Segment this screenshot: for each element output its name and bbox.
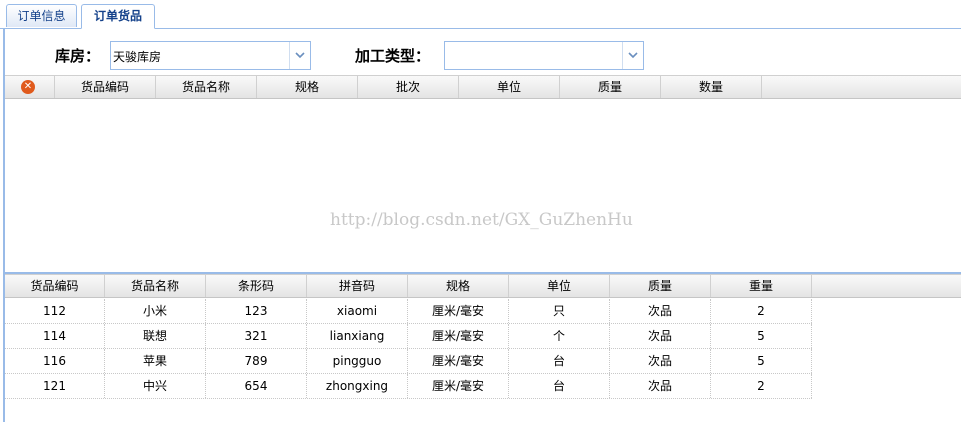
table-cell: 中兴 [105,374,206,398]
table-cell: 苹果 [105,349,206,373]
column-header[interactable]: 规格 [257,76,358,98]
table-cell: zhongxing [307,374,408,398]
column-header[interactable]: 拼音码 [307,275,408,297]
table-cell: 789 [206,349,307,373]
column-header[interactable]: 货品名称 [156,76,257,98]
table-cell: 联想 [105,324,206,348]
table-cell: 小米 [105,299,206,323]
column-header[interactable]: 重量 [711,275,812,297]
column-header[interactable]: 货品名称 [105,275,206,297]
table-row[interactable]: 116 苹果 789 pingguo 厘米/毫安 台 次品 5 [5,349,812,374]
table-row[interactable]: 112 小米 123 xiaomi 厘米/毫安 只 次品 2 [5,299,812,324]
warehouse-select[interactable]: 天骏库房 [110,41,311,70]
table-cell: 厘米/毫安 [408,299,509,323]
column-header[interactable]: 货品编码 [55,76,156,98]
table-cell: xiaomi [307,299,408,323]
column-header[interactable]: 货品编码 [5,275,105,297]
delete-column: ✕ [5,76,55,98]
table-cell: 只 [509,299,610,323]
table-cell: 2 [711,299,812,323]
table-cell: 次品 [610,324,711,348]
bottom-grid-header: 货品编码 货品名称 条形码 拼音码 规格 单位 质量 重量 [5,274,961,298]
column-header[interactable]: 规格 [408,275,509,297]
process-type-select[interactable] [444,41,644,70]
column-header[interactable]: 条形码 [206,275,307,297]
table-cell: 厘米/毫安 [408,324,509,348]
warehouse-label: 库房： [55,47,101,65]
column-header[interactable]: 批次 [358,76,459,98]
table-cell: 台 [509,374,610,398]
table-cell: 116 [5,349,105,373]
table-cell: 5 [711,349,812,373]
table-cell: 个 [509,324,610,348]
table-cell: 321 [206,324,307,348]
table-cell: 121 [5,374,105,398]
column-header[interactable]: 单位 [459,76,560,98]
tab-order-goods[interactable]: 订单货品 [81,4,155,29]
table-row[interactable]: 121 中兴 654 zhongxing 厘米/毫安 台 次品 2 [5,374,812,399]
chevron-down-icon[interactable] [622,42,643,69]
column-header[interactable]: 单位 [509,275,610,297]
column-header[interactable]: 数量 [661,76,762,98]
table-cell: 厘米/毫安 [408,349,509,373]
table-cell: 123 [206,299,307,323]
watermark: http://blog.csdn.net/GX_GuZhenHu [330,210,633,230]
table-cell: 次品 [610,299,711,323]
table-cell: 5 [711,324,812,348]
table-cell: 112 [5,299,105,323]
table-cell: 2 [711,374,812,398]
table-cell: 654 [206,374,307,398]
process-type-label: 加工类型： [355,47,431,65]
table-cell: pingguo [307,349,408,373]
column-header[interactable]: 质量 [610,275,711,297]
table-cell: 厘米/毫安 [408,374,509,398]
column-header[interactable]: 质量 [560,76,661,98]
chevron-down-icon[interactable] [289,42,310,69]
top-grid-header: ✕ 货品编码 货品名称 规格 批次 单位 质量 数量 [5,75,961,99]
table-cell: 台 [509,349,610,373]
tab-bar: 订单信息 订单货品 [0,0,961,29]
tab-order-info[interactable]: 订单信息 [6,4,77,27]
table-cell: 114 [5,324,105,348]
table-row[interactable]: 114 联想 321 lianxiang 厘米/毫安 个 次品 5 [5,324,812,349]
table-cell: 次品 [610,349,711,373]
warehouse-value: 天骏库房 [113,50,162,64]
table-cell: lianxiang [307,324,408,348]
delete-icon[interactable]: ✕ [21,80,35,94]
table-cell: 次品 [610,374,711,398]
